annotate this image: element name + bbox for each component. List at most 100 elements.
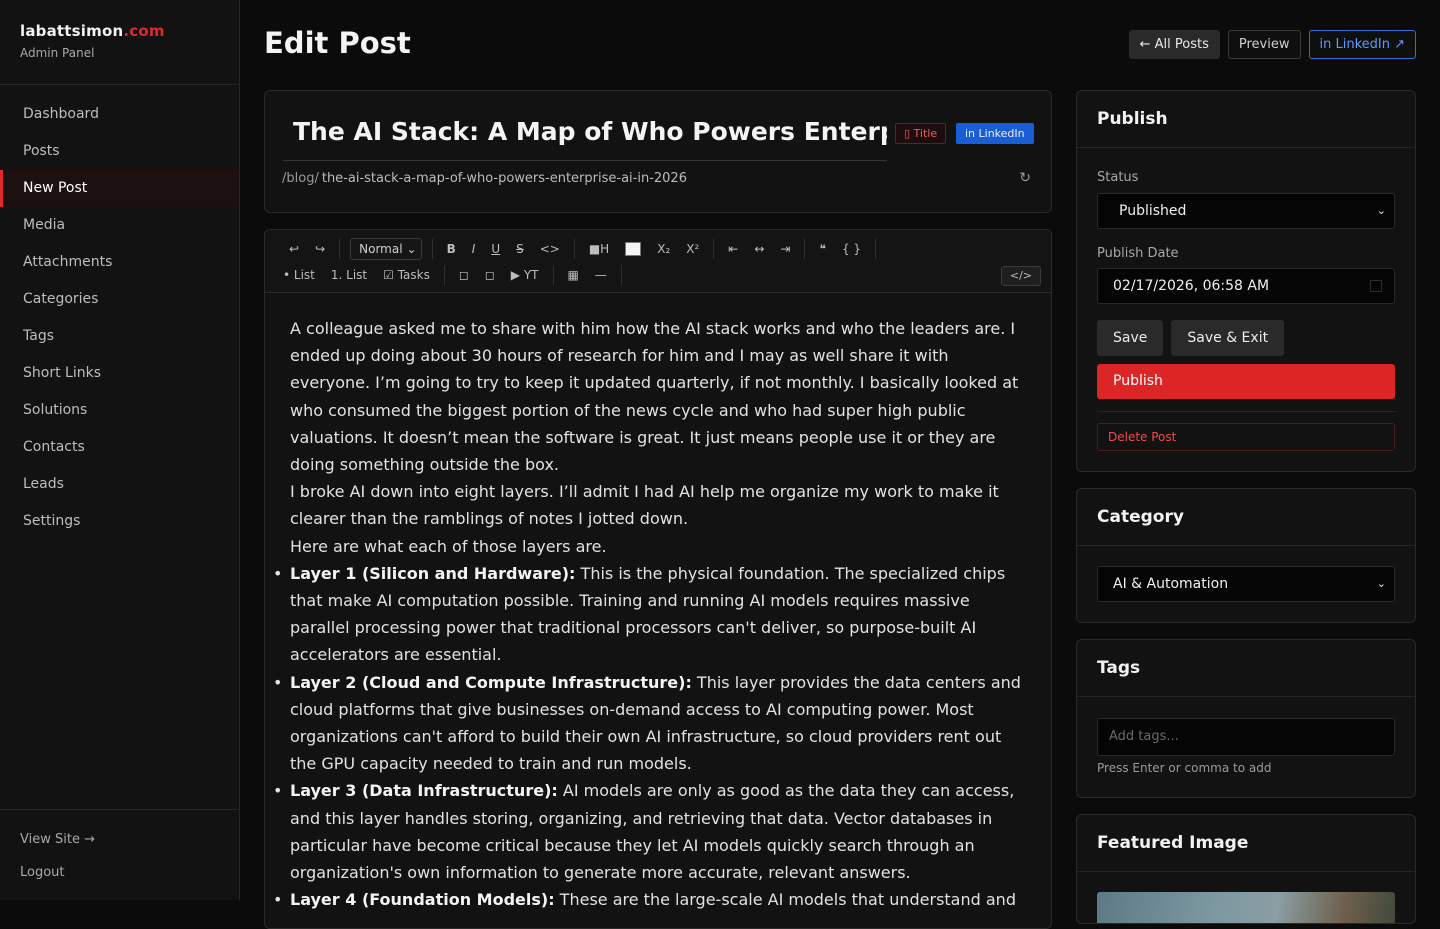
post-title-input[interactable]: The AI Stack: A Map of Who Powers Enterp <box>283 109 887 161</box>
paragraph: A colleague asked me to share with him h… <box>290 319 1019 475</box>
status-select[interactable]: Published ⌄ <box>1097 193 1395 229</box>
redo-icon[interactable]: ↪ <box>307 238 333 260</box>
undo-icon[interactable]: ↩ <box>281 238 307 260</box>
status-select-value: Published <box>1119 203 1187 219</box>
editor-toolbar: ↩ ↪ Normal ⌄ B I U S <> ■H X₂ X² ⇤ ↔ ⇥ ❝… <box>265 230 1051 293</box>
bold-button[interactable]: B <box>439 238 464 260</box>
publish-date-label: Publish Date <box>1097 246 1179 261</box>
sidebar: labattsimon.com Admin Panel Dashboard Po… <box>0 0 240 900</box>
publish-button[interactable]: Publish <box>1097 364 1395 399</box>
logout-link[interactable]: Logout <box>20 865 219 898</box>
superscript-button[interactable]: X² <box>678 238 707 260</box>
sidebar-item-contacts[interactable]: Contacts <box>0 429 239 466</box>
format-select[interactable]: Normal ⌄ <box>350 238 422 260</box>
editor-card: ↩ ↪ Normal ⌄ B I U S <> ■H X₂ X² ⇤ ↔ ⇥ ❝… <box>264 229 1052 929</box>
toolbar-divider <box>443 265 445 285</box>
slug-value[interactable]: the-ai-stack-a-map-of-who-powers-enterpr… <box>322 171 687 186</box>
brand-name[interactable]: labattsimon.com <box>20 22 219 40</box>
sidebar-item-posts[interactable]: Posts <box>0 133 239 170</box>
inline-code-button[interactable]: <> <box>532 238 568 260</box>
publish-date-input[interactable]: 02/17/2026, 06:58 AM <box>1097 268 1395 304</box>
highlight-button[interactable]: ■H <box>581 238 617 260</box>
status-label: Status <box>1097 170 1139 185</box>
slug-prefix: /blog/ <box>282 171 319 186</box>
featured-image-heading: Featured Image <box>1077 815 1415 872</box>
publish-heading: Publish <box>1077 91 1415 148</box>
tags-card: Tags Add tags... Press Enter or comma to… <box>1076 639 1416 798</box>
brand: labattsimon.com Admin Panel <box>0 0 239 85</box>
image-icon[interactable]: ◻ <box>451 264 477 286</box>
publish-date-value: 02/17/2026, 06:58 AM <box>1113 278 1270 294</box>
delete-post-button[interactable]: Delete Post <box>1097 423 1395 451</box>
underline-button[interactable]: U <box>483 238 508 260</box>
toolbar-divider <box>620 265 622 285</box>
save-exit-button[interactable]: Save & Exit <box>1171 320 1285 356</box>
toolbar-row-1: ↩ ↪ Normal ⌄ B I U S <> ■H X₂ X² ⇤ ↔ ⇥ ❝… <box>281 238 882 260</box>
chevron-down-icon: ⌄ <box>406 242 417 256</box>
page-title: Edit Post <box>264 26 411 60</box>
refresh-slug-icon[interactable]: ↻ <box>1019 170 1031 186</box>
sidebar-item-new-post[interactable]: New Post <box>0 170 239 207</box>
title-badge[interactable]: ▯ Title <box>895 123 947 144</box>
calendar-icon[interactable] <box>1370 280 1382 292</box>
align-left-icon[interactable]: ⇤ <box>720 238 746 260</box>
sidebar-item-short-links[interactable]: Short Links <box>0 355 239 392</box>
sidebar-item-tags[interactable]: Tags <box>0 318 239 355</box>
blockquote-icon[interactable]: ❝ <box>811 238 833 260</box>
category-heading: Category <box>1077 489 1415 546</box>
save-button[interactable]: Save <box>1097 320 1164 356</box>
list-item: Layer 2 (Cloud and Compute Infrastructur… <box>273 669 1025 778</box>
task-list-button[interactable]: ☑ Tasks <box>375 264 438 286</box>
save-buttons: Save Save & Exit <box>1097 320 1285 356</box>
linkedin-title-badge[interactable]: in LinkedIn <box>956 123 1034 144</box>
sidebar-item-settings[interactable]: Settings <box>0 503 239 540</box>
paragraph: I broke AI down into eight layers. I’ll … <box>290 482 999 529</box>
publish-card: Publish Status Published ⌄ Publish Date 0… <box>1076 90 1416 472</box>
slug-field[interactable]: /blog/the-ai-stack-a-map-of-who-powers-e… <box>282 171 687 186</box>
sidebar-item-categories[interactable]: Categories <box>0 281 239 318</box>
align-center-icon[interactable]: ↔ <box>746 238 772 260</box>
format-select-value: Normal <box>359 242 403 256</box>
text-color-swatch[interactable] <box>625 242 642 256</box>
toolbar-divider <box>804 239 806 259</box>
sidebar-item-solutions[interactable]: Solutions <box>0 392 239 429</box>
html-source-toggle[interactable]: </> <box>1000 266 1041 286</box>
linkedin-button[interactable]: in LinkedIn ↗ <box>1308 30 1416 59</box>
featured-image-thumbnail[interactable] <box>1097 892 1395 923</box>
all-posts-button[interactable]: ← All Posts <box>1128 30 1220 59</box>
horizontal-rule-icon[interactable]: — <box>587 264 615 286</box>
toolbar-row-2: • List 1. List ☑ Tasks ◻ ◻ ▶ YT ▦ — <box>281 264 628 286</box>
tags-heading: Tags <box>1077 640 1415 697</box>
tags-input[interactable]: Add tags... <box>1097 718 1395 756</box>
paragraph: Here are what each of those layers are. <box>290 536 607 556</box>
code-block-icon[interactable]: { } <box>834 238 869 260</box>
view-site-link[interactable]: View Site → <box>20 832 219 865</box>
divider <box>1097 411 1395 412</box>
italic-button[interactable]: I <box>464 238 484 260</box>
category-card: Category AI & Automation ⌄ <box>1076 488 1416 623</box>
bullet-list-button[interactable]: • List <box>281 264 323 286</box>
chevron-down-icon: ⌄ <box>1376 204 1386 217</box>
sidebar-item-media[interactable]: Media <box>0 207 239 244</box>
table-icon[interactable]: ▦ <box>560 264 587 286</box>
image-gallery-icon[interactable]: ◻ <box>477 264 503 286</box>
brand-tld: .com <box>123 22 165 40</box>
strikethrough-button[interactable]: S <box>508 238 532 260</box>
list-item: Layer 3 (Data Infrastructure): AI models… <box>273 777 1025 886</box>
sidebar-item-attachments[interactable]: Attachments <box>0 244 239 281</box>
toolbar-divider <box>713 239 715 259</box>
youtube-button[interactable]: ▶ YT <box>503 264 547 286</box>
editor-content[interactable]: A colleague asked me to share with him h… <box>265 293 1051 914</box>
category-select[interactable]: AI & Automation ⌄ <box>1097 566 1395 602</box>
preview-button[interactable]: Preview <box>1227 30 1301 59</box>
sidebar-item-dashboard[interactable]: Dashboard <box>0 96 239 133</box>
sidebar-nav: Dashboard Posts New Post Media Attachmen… <box>0 85 239 540</box>
subscript-button[interactable]: X₂ <box>649 238 678 260</box>
align-right-icon[interactable]: ⇥ <box>772 238 798 260</box>
ordered-list-button[interactable]: 1. List <box>323 264 375 286</box>
toolbar-divider <box>431 239 433 259</box>
list-item: Layer 1 (Silicon and Hardware): This is … <box>273 560 1025 669</box>
brand-subtitle: Admin Panel <box>20 46 95 60</box>
chevron-down-icon: ⌄ <box>1376 577 1386 590</box>
sidebar-item-leads[interactable]: Leads <box>0 466 239 503</box>
